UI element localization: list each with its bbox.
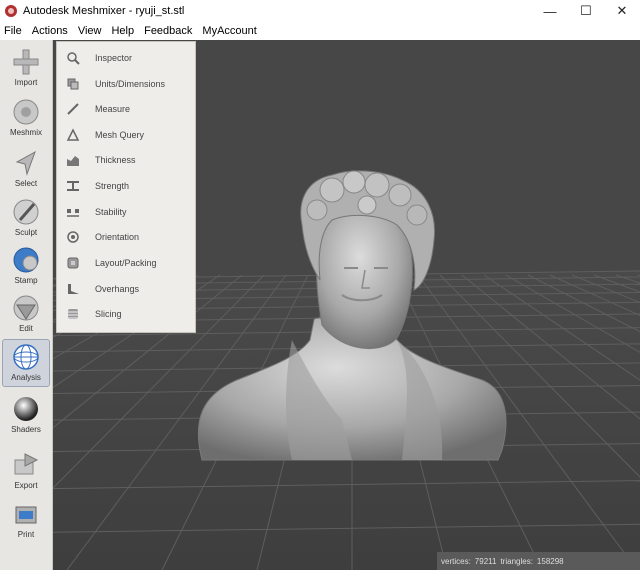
- menu-file[interactable]: File: [0, 25, 28, 37]
- vertices-count: 79211: [474, 556, 497, 566]
- menu-item-overhangs-label: Overhangs: [95, 284, 140, 294]
- menu-item-strength[interactable]: Strength: [57, 174, 195, 198]
- tool-stamp-label: Stamp: [14, 276, 38, 285]
- menu-item-layout-packing[interactable]: Layout/Packing: [57, 251, 195, 275]
- menu-view[interactable]: View: [74, 25, 108, 37]
- menu-item-mesh-query-label: Mesh Query: [95, 130, 145, 140]
- analysis-menu: Inspector Units/Dimensions Measure Mesh …: [56, 41, 196, 333]
- edit-icon: [13, 295, 39, 321]
- strength-icon: [67, 181, 79, 191]
- status-bar: vertices: 79211 triangles: 158298: [437, 552, 640, 570]
- menu-item-stability[interactable]: Stability: [57, 200, 195, 224]
- menu-item-layout-packing-label: Layout/Packing: [95, 258, 157, 268]
- tool-meshmix[interactable]: Meshmix: [3, 95, 49, 141]
- menu-item-units-label: Units/Dimensions: [95, 79, 166, 89]
- menu-item-thickness[interactable]: Thickness: [57, 148, 195, 172]
- menu-item-slicing[interactable]: Slicing: [57, 302, 195, 326]
- shader-sphere-icon: [14, 397, 38, 421]
- menu-item-stability-label: Stability: [95, 207, 127, 217]
- tool-sculpt-label: Sculpt: [14, 228, 38, 237]
- overhangs-icon: [68, 284, 79, 294]
- tool-meshmix-label: Meshmix: [9, 128, 42, 137]
- tool-stamp[interactable]: Stamp: [3, 243, 49, 289]
- tool-edit[interactable]: Edit: [3, 291, 49, 337]
- meshmix-icon: [13, 99, 39, 125]
- layout-icon: [67, 257, 79, 269]
- tool-analysis[interactable]: Analysis: [2, 339, 50, 387]
- tool-shaders-label: Shaders: [11, 425, 41, 434]
- menu-item-measure-label: Measure: [95, 104, 131, 114]
- menu-item-orientation-label: Orientation: [95, 232, 140, 242]
- mesh-query-icon: [66, 128, 80, 141]
- menu-item-orientation[interactable]: Orientation: [57, 225, 195, 249]
- tool-export[interactable]: Export: [3, 448, 49, 494]
- brush-icon: [13, 199, 39, 225]
- orientation-icon: [67, 231, 79, 243]
- menu-item-slicing-label: Slicing: [95, 309, 122, 319]
- menu-item-thickness-label: Thickness: [95, 155, 136, 165]
- select-arrow-icon: [15, 150, 36, 176]
- units-icon: [67, 78, 79, 90]
- minimize-button[interactable]: —: [532, 0, 568, 22]
- menu-item-units[interactable]: Units/Dimensions: [57, 72, 195, 96]
- meshmixer-logo-icon: [5, 5, 17, 17]
- tool-analysis-label: Analysis: [11, 373, 41, 382]
- menu-item-inspector[interactable]: Inspector: [57, 46, 195, 70]
- tool-select-label: Select: [14, 179, 38, 188]
- tool-import[interactable]: Import: [3, 45, 49, 91]
- menu-feedback[interactable]: Feedback: [140, 25, 198, 37]
- tool-import-label: Import: [14, 78, 38, 87]
- maximize-button[interactable]: ☐: [568, 0, 604, 22]
- analysis-sphere-icon: [13, 344, 39, 370]
- window-title: Autodesk Meshmixer - ryuji_st.stl: [23, 5, 185, 17]
- printer-icon: [15, 506, 37, 524]
- menu-item-overhangs[interactable]: Overhangs: [57, 277, 195, 301]
- triangles-count: 158298: [536, 556, 564, 566]
- plus-icon: [13, 49, 39, 75]
- tool-sculpt[interactable]: Sculpt: [3, 195, 49, 241]
- thickness-icon: [67, 156, 79, 166]
- close-button[interactable]: ✕: [604, 0, 640, 22]
- tool-print-label: Print: [17, 530, 35, 539]
- left-toolbar: Import Meshmix Select Sculpt Stamp Edit …: [0, 40, 53, 570]
- menu-bar: File Actions View Help Feedback MyAccoun…: [0, 22, 640, 41]
- vertices-label: vertices:: [441, 556, 471, 566]
- tool-edit-label: Edit: [19, 324, 33, 333]
- slicing-icon: [68, 309, 78, 319]
- tool-export-label: Export: [14, 481, 38, 490]
- stamp-icon: [13, 247, 39, 273]
- menu-item-strength-label: Strength: [95, 181, 130, 191]
- menu-help[interactable]: Help: [107, 25, 140, 37]
- export-icon: [14, 453, 39, 475]
- tool-shaders[interactable]: Shaders: [3, 392, 49, 438]
- measure-icon: [67, 103, 79, 115]
- tool-select[interactable]: Select: [3, 146, 49, 192]
- menu-myaccount[interactable]: MyAccount: [198, 25, 262, 37]
- magnifier-icon: [67, 52, 80, 65]
- stability-icon: [67, 209, 79, 217]
- triangles-label: triangles:: [500, 556, 533, 566]
- tool-print[interactable]: Print: [3, 497, 49, 543]
- menu-item-measure[interactable]: Measure: [57, 97, 195, 121]
- menu-item-inspector-label: Inspector: [95, 53, 133, 63]
- menu-item-mesh-query[interactable]: Mesh Query: [57, 123, 195, 147]
- menu-actions[interactable]: Actions: [28, 25, 74, 37]
